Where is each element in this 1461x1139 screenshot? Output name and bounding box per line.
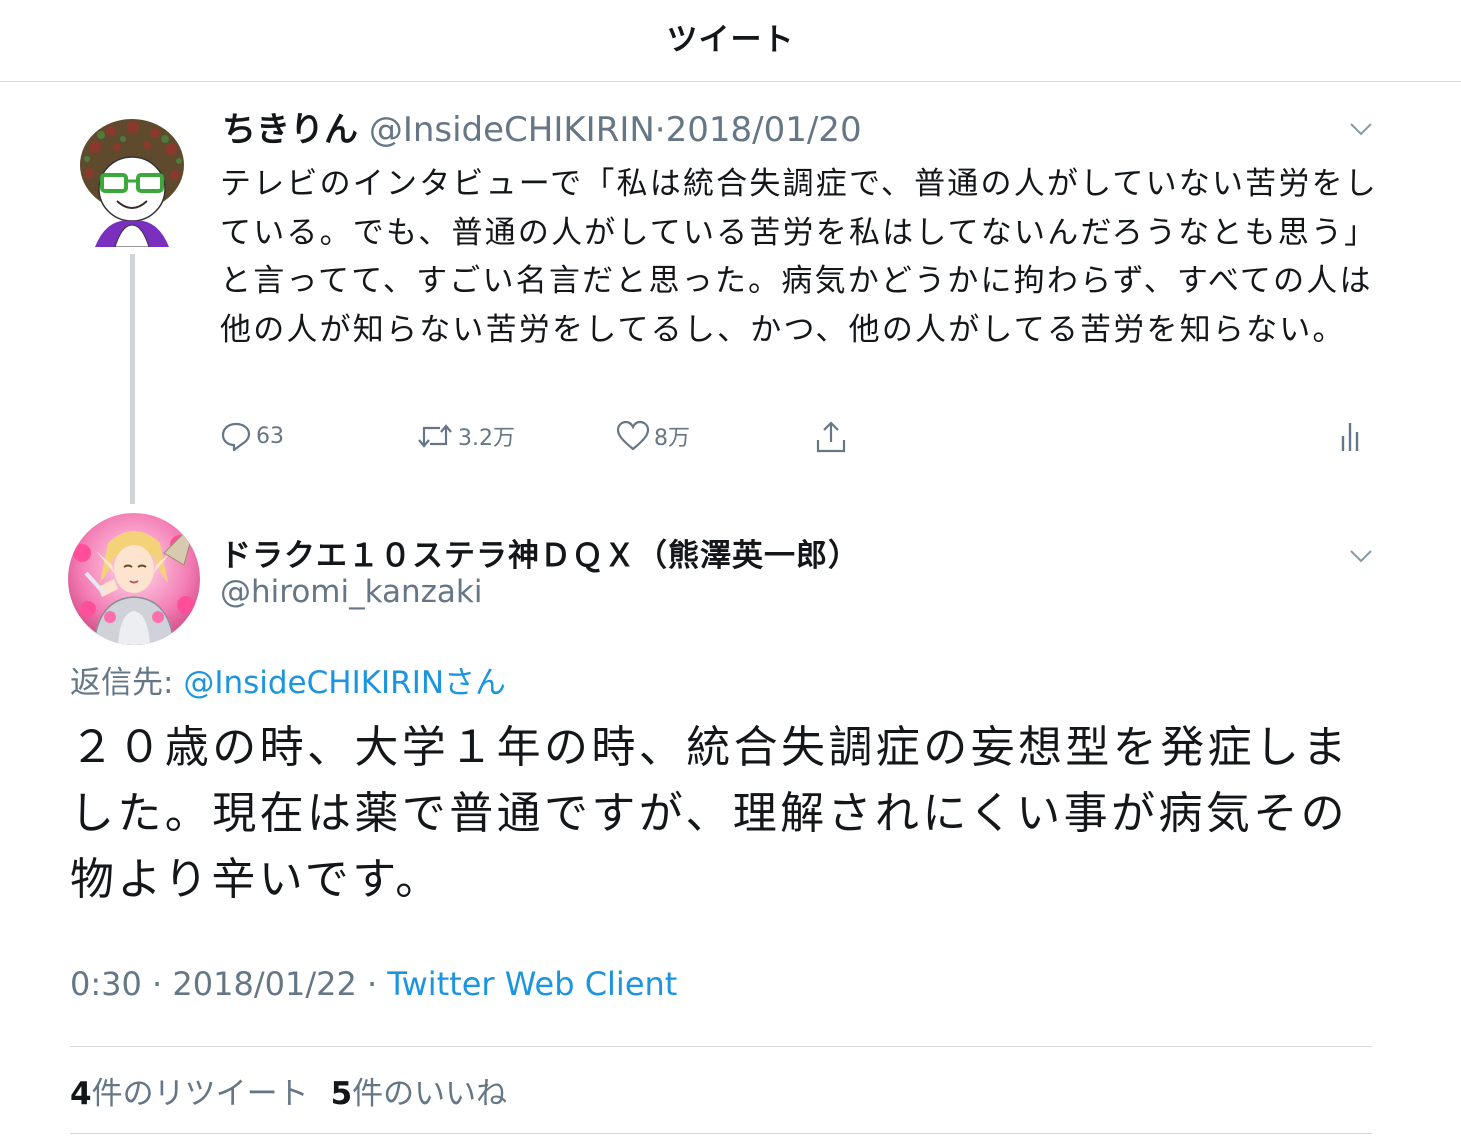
parent-tweet-actions: 63 3.2万 8万 bbox=[220, 420, 1380, 456]
reply-to-label: 返信先: bbox=[70, 665, 184, 701]
retweet-total: 4 bbox=[70, 1076, 92, 1112]
like-total-label: 件のいいね bbox=[352, 1076, 508, 1112]
likes-stat[interactable]: 5件のいいね bbox=[331, 1076, 508, 1112]
analytics-button[interactable] bbox=[1340, 420, 1368, 452]
like-icon bbox=[616, 420, 650, 451]
meta-separator: · bbox=[654, 110, 666, 150]
page-title: ツイート bbox=[666, 22, 795, 58]
retweets-stat[interactable]: 4件のリツイート bbox=[70, 1076, 309, 1112]
share-icon bbox=[816, 421, 846, 453]
chevron-down-icon[interactable] bbox=[1350, 122, 1372, 136]
avatar-hiromi-kanzaki[interactable] bbox=[68, 513, 200, 645]
retweet-count: 3.2万 bbox=[458, 426, 515, 451]
reply-icon bbox=[221, 422, 251, 452]
chevron-down-icon[interactable] bbox=[1350, 549, 1372, 563]
parent-tweet-text: テレビのインタビューで「私は統合失調症で、普通の人がしていない苦労をしている。で… bbox=[220, 166, 1378, 348]
tweet-metadata: 0:30 · 2018/01/22 · Twitter Web Client bbox=[70, 965, 677, 1003]
reply-context: 返信先: @InsideCHIKIRINさん bbox=[70, 657, 506, 702]
engagement-stats: 4件のリツイート 5件のいいね bbox=[70, 1068, 507, 1113]
tweet-timestamp[interactable]: 0:30 · 2018/01/22 · bbox=[70, 965, 387, 1003]
reply-count: 63 bbox=[256, 423, 284, 449]
retweet-button[interactable]: 3.2万 bbox=[416, 420, 515, 452]
main-tweet-text: ２０歳の時、大学１年の時、統合失調症の妄想型を発症しました。現在は薬で普通ですが… bbox=[70, 722, 1350, 905]
thread-connector-line bbox=[130, 254, 135, 504]
like-total: 5 bbox=[330, 1076, 353, 1112]
user-handle[interactable]: @InsideCHIKIRIN bbox=[369, 110, 655, 150]
divider bbox=[70, 1133, 1372, 1134]
share-button[interactable] bbox=[814, 420, 852, 454]
like-button[interactable]: 8万 bbox=[616, 420, 690, 452]
parent-tweet-header: ちきりん @InsideCHIKIRIN·2018/01/20 bbox=[222, 108, 862, 152]
retweet-total-label: 件のリツイート bbox=[91, 1076, 309, 1112]
display-name[interactable]: ちきりん bbox=[222, 110, 358, 150]
user-handle[interactable]: @hiromi_kanzaki bbox=[220, 574, 483, 610]
tweet-date[interactable]: 2018/01/20 bbox=[666, 110, 862, 150]
avatar-chikirin[interactable] bbox=[77, 117, 187, 247]
reply-mention-link[interactable]: @InsideCHIKIRINさん bbox=[183, 665, 506, 701]
like-count: 8万 bbox=[654, 426, 690, 451]
display-name[interactable]: ドラクエ１０ステラ神ＤＱＸ（熊澤英一郎） bbox=[220, 530, 860, 575]
divider bbox=[70, 1046, 1372, 1047]
analytics-icon bbox=[1341, 423, 1359, 451]
retweet-icon bbox=[418, 424, 452, 448]
client-link[interactable]: Twitter Web Client bbox=[387, 965, 677, 1003]
top-bar: ツイート bbox=[0, 0, 1461, 82]
reply-button[interactable]: 63 bbox=[220, 420, 284, 452]
